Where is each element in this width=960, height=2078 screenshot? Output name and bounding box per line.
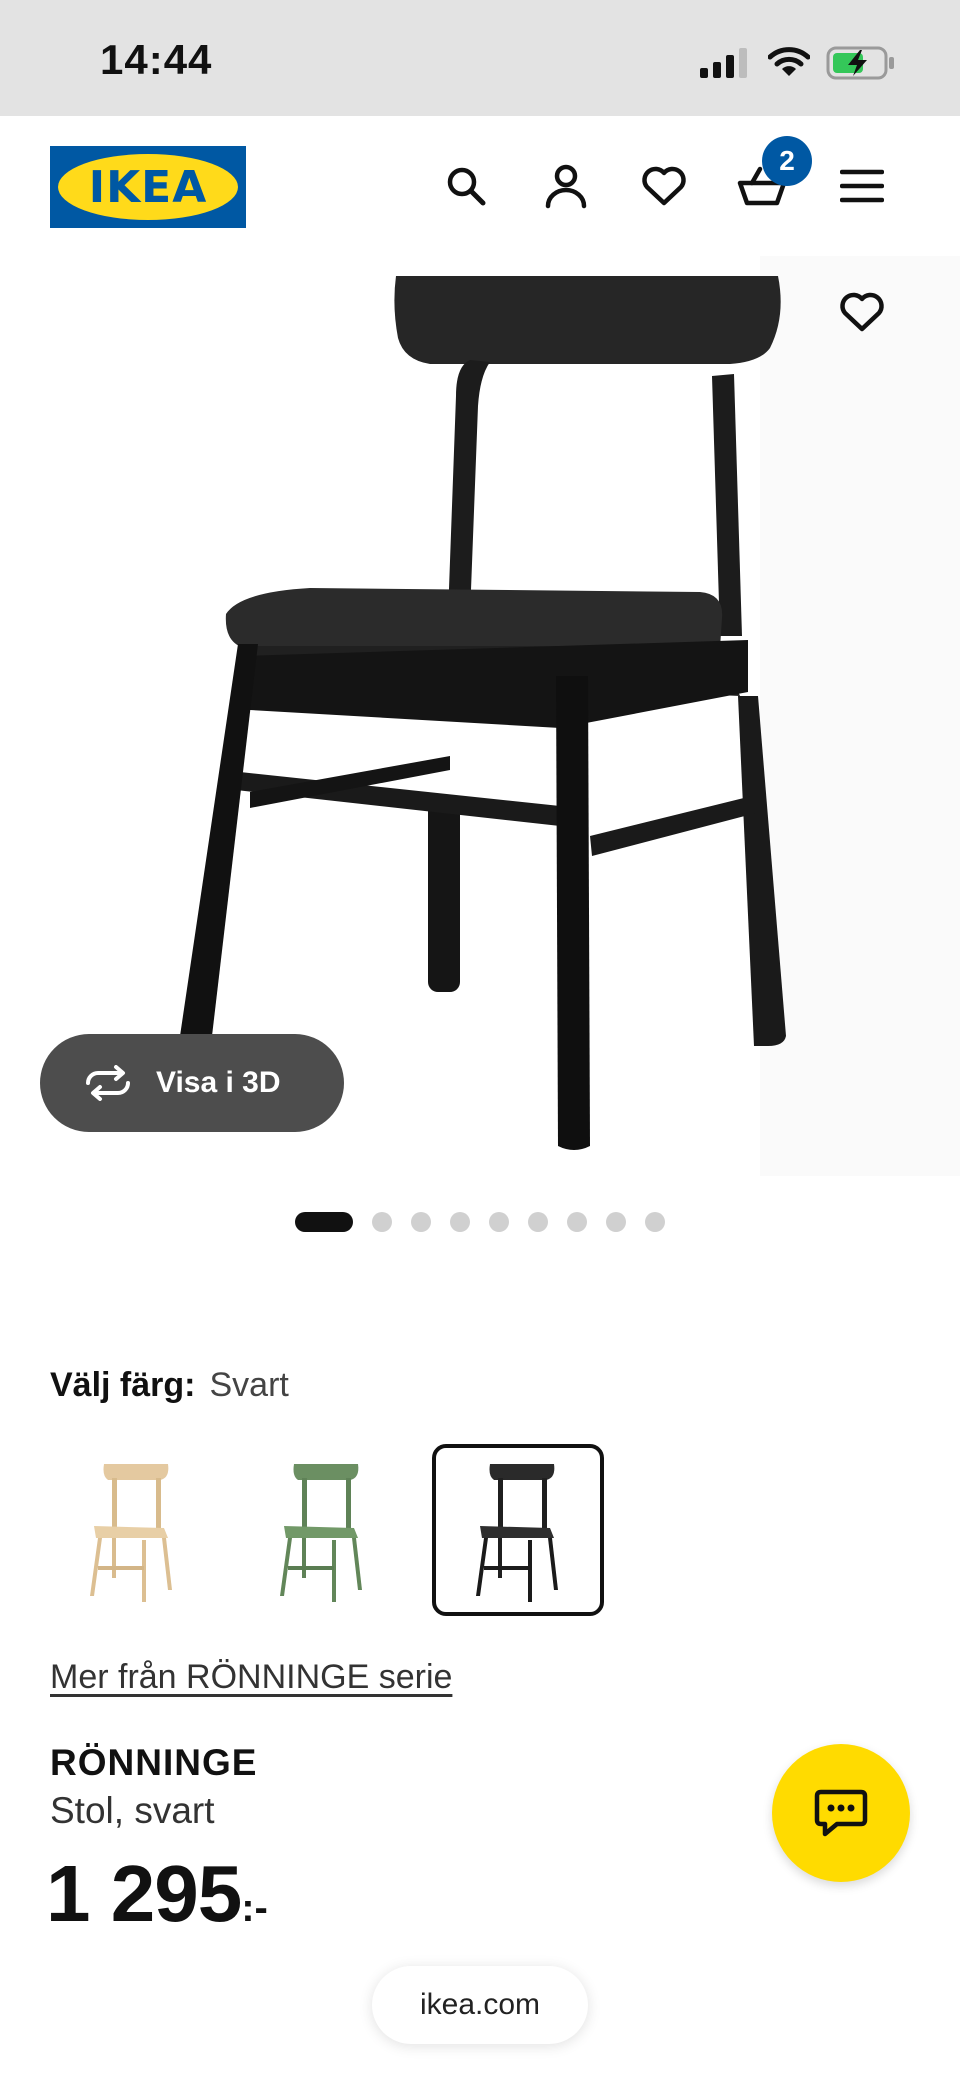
color-option-black[interactable]	[432, 1444, 604, 1616]
cellular-signal-icon	[700, 48, 752, 83]
series-link[interactable]: Mer från RÖNNINGE serie	[50, 1658, 452, 1697]
carousel-dot-7[interactable]	[567, 1212, 587, 1232]
cart-count-badge: 2	[762, 136, 812, 186]
ikea-logo[interactable]: IKEA	[50, 146, 246, 228]
search-icon[interactable]	[436, 156, 496, 216]
carousel-dot-2[interactable]	[372, 1212, 392, 1232]
view-in-3d-button[interactable]: Visa i 3D	[40, 1034, 344, 1132]
account-icon[interactable]	[536, 156, 596, 216]
color-option-birch[interactable]	[46, 1444, 218, 1616]
product-price: 1 295:-	[46, 1848, 268, 1940]
chair-black-thumbnail	[476, 1464, 558, 1602]
color-chooser-row: Välj färg: Svart	[50, 1366, 289, 1405]
browser-url-bar[interactable]: ikea.com	[372, 1966, 588, 2044]
chair-green-thumbnail	[280, 1464, 362, 1602]
battery-charging-icon	[826, 46, 896, 85]
color-chooser-label: Välj färg:	[50, 1366, 196, 1404]
image-carousel-dots	[0, 1210, 960, 1234]
product-description: Stol, svart	[50, 1790, 215, 1831]
product-name: RÖNNINGE	[50, 1742, 258, 1783]
selected-color-value: Svart	[209, 1366, 289, 1404]
price-suffix: :-	[241, 1886, 268, 1930]
wifi-icon	[767, 46, 811, 83]
carousel-dot-4[interactable]	[450, 1212, 470, 1232]
favorites-heart-icon[interactable]	[634, 156, 694, 216]
carousel-dot-3[interactable]	[411, 1212, 431, 1232]
carousel-dot-8[interactable]	[606, 1212, 626, 1232]
menu-icon[interactable]	[832, 156, 892, 216]
add-to-favorites-heart-icon[interactable]	[830, 280, 894, 344]
chair-birch-thumbnail	[90, 1464, 172, 1602]
chat-button[interactable]	[772, 1744, 910, 1882]
chat-icon	[814, 1789, 868, 1837]
view-in-3d-label: Visa i 3D	[156, 1066, 281, 1099]
carousel-dot-1[interactable]	[295, 1212, 353, 1232]
color-option-green[interactable]	[236, 1444, 408, 1616]
price-amount: 1 295	[46, 1849, 242, 1938]
carousel-dot-6[interactable]	[528, 1212, 548, 1232]
rotate-3d-icon	[86, 1065, 130, 1101]
status-time: 14:44	[100, 36, 213, 83]
logo-text: IKEA	[88, 161, 208, 213]
carousel-dot-9[interactable]	[645, 1212, 665, 1232]
carousel-dot-5[interactable]	[489, 1212, 509, 1232]
